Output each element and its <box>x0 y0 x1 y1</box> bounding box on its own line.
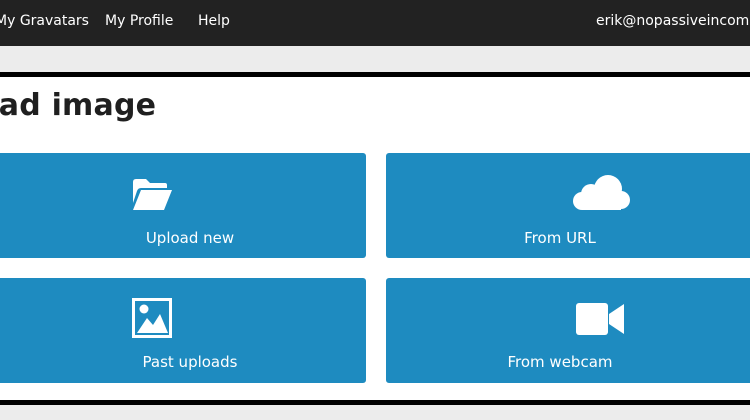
nav-help[interactable]: Help <box>198 13 230 29</box>
upload-new-label: Upload new <box>145 229 235 247</box>
past-uploads-button[interactable]: Past uploads <box>0 278 366 383</box>
from-webcam-button[interactable]: From webcam <box>386 278 750 383</box>
account-email-menu[interactable]: erik@nopassiveincome.c <box>596 13 750 29</box>
from-url-button[interactable]: From URL <box>386 153 750 258</box>
upload-new-button[interactable]: Upload new <box>0 153 366 258</box>
folder-open-icon <box>133 179 172 210</box>
header-spacer <box>0 46 750 72</box>
from-url-label: From URL <box>524 229 596 247</box>
footer-spacer <box>0 405 750 420</box>
top-navigation-bar: My Gravatars My Profile Help erik@nopass… <box>0 0 750 46</box>
cloud-icon <box>573 175 630 210</box>
page-title: oad image <box>0 88 157 123</box>
upload-image-panel: oad image Upload new From URL Past uploa… <box>0 72 750 405</box>
nav-my-gravatars[interactable]: My Gravatars <box>0 13 89 29</box>
past-uploads-label: Past uploads <box>142 353 238 371</box>
image-icon <box>132 298 172 338</box>
nav-my-profile[interactable]: My Profile <box>105 13 173 29</box>
from-webcam-label: From webcam <box>507 353 613 371</box>
video-camera-icon <box>576 303 624 335</box>
